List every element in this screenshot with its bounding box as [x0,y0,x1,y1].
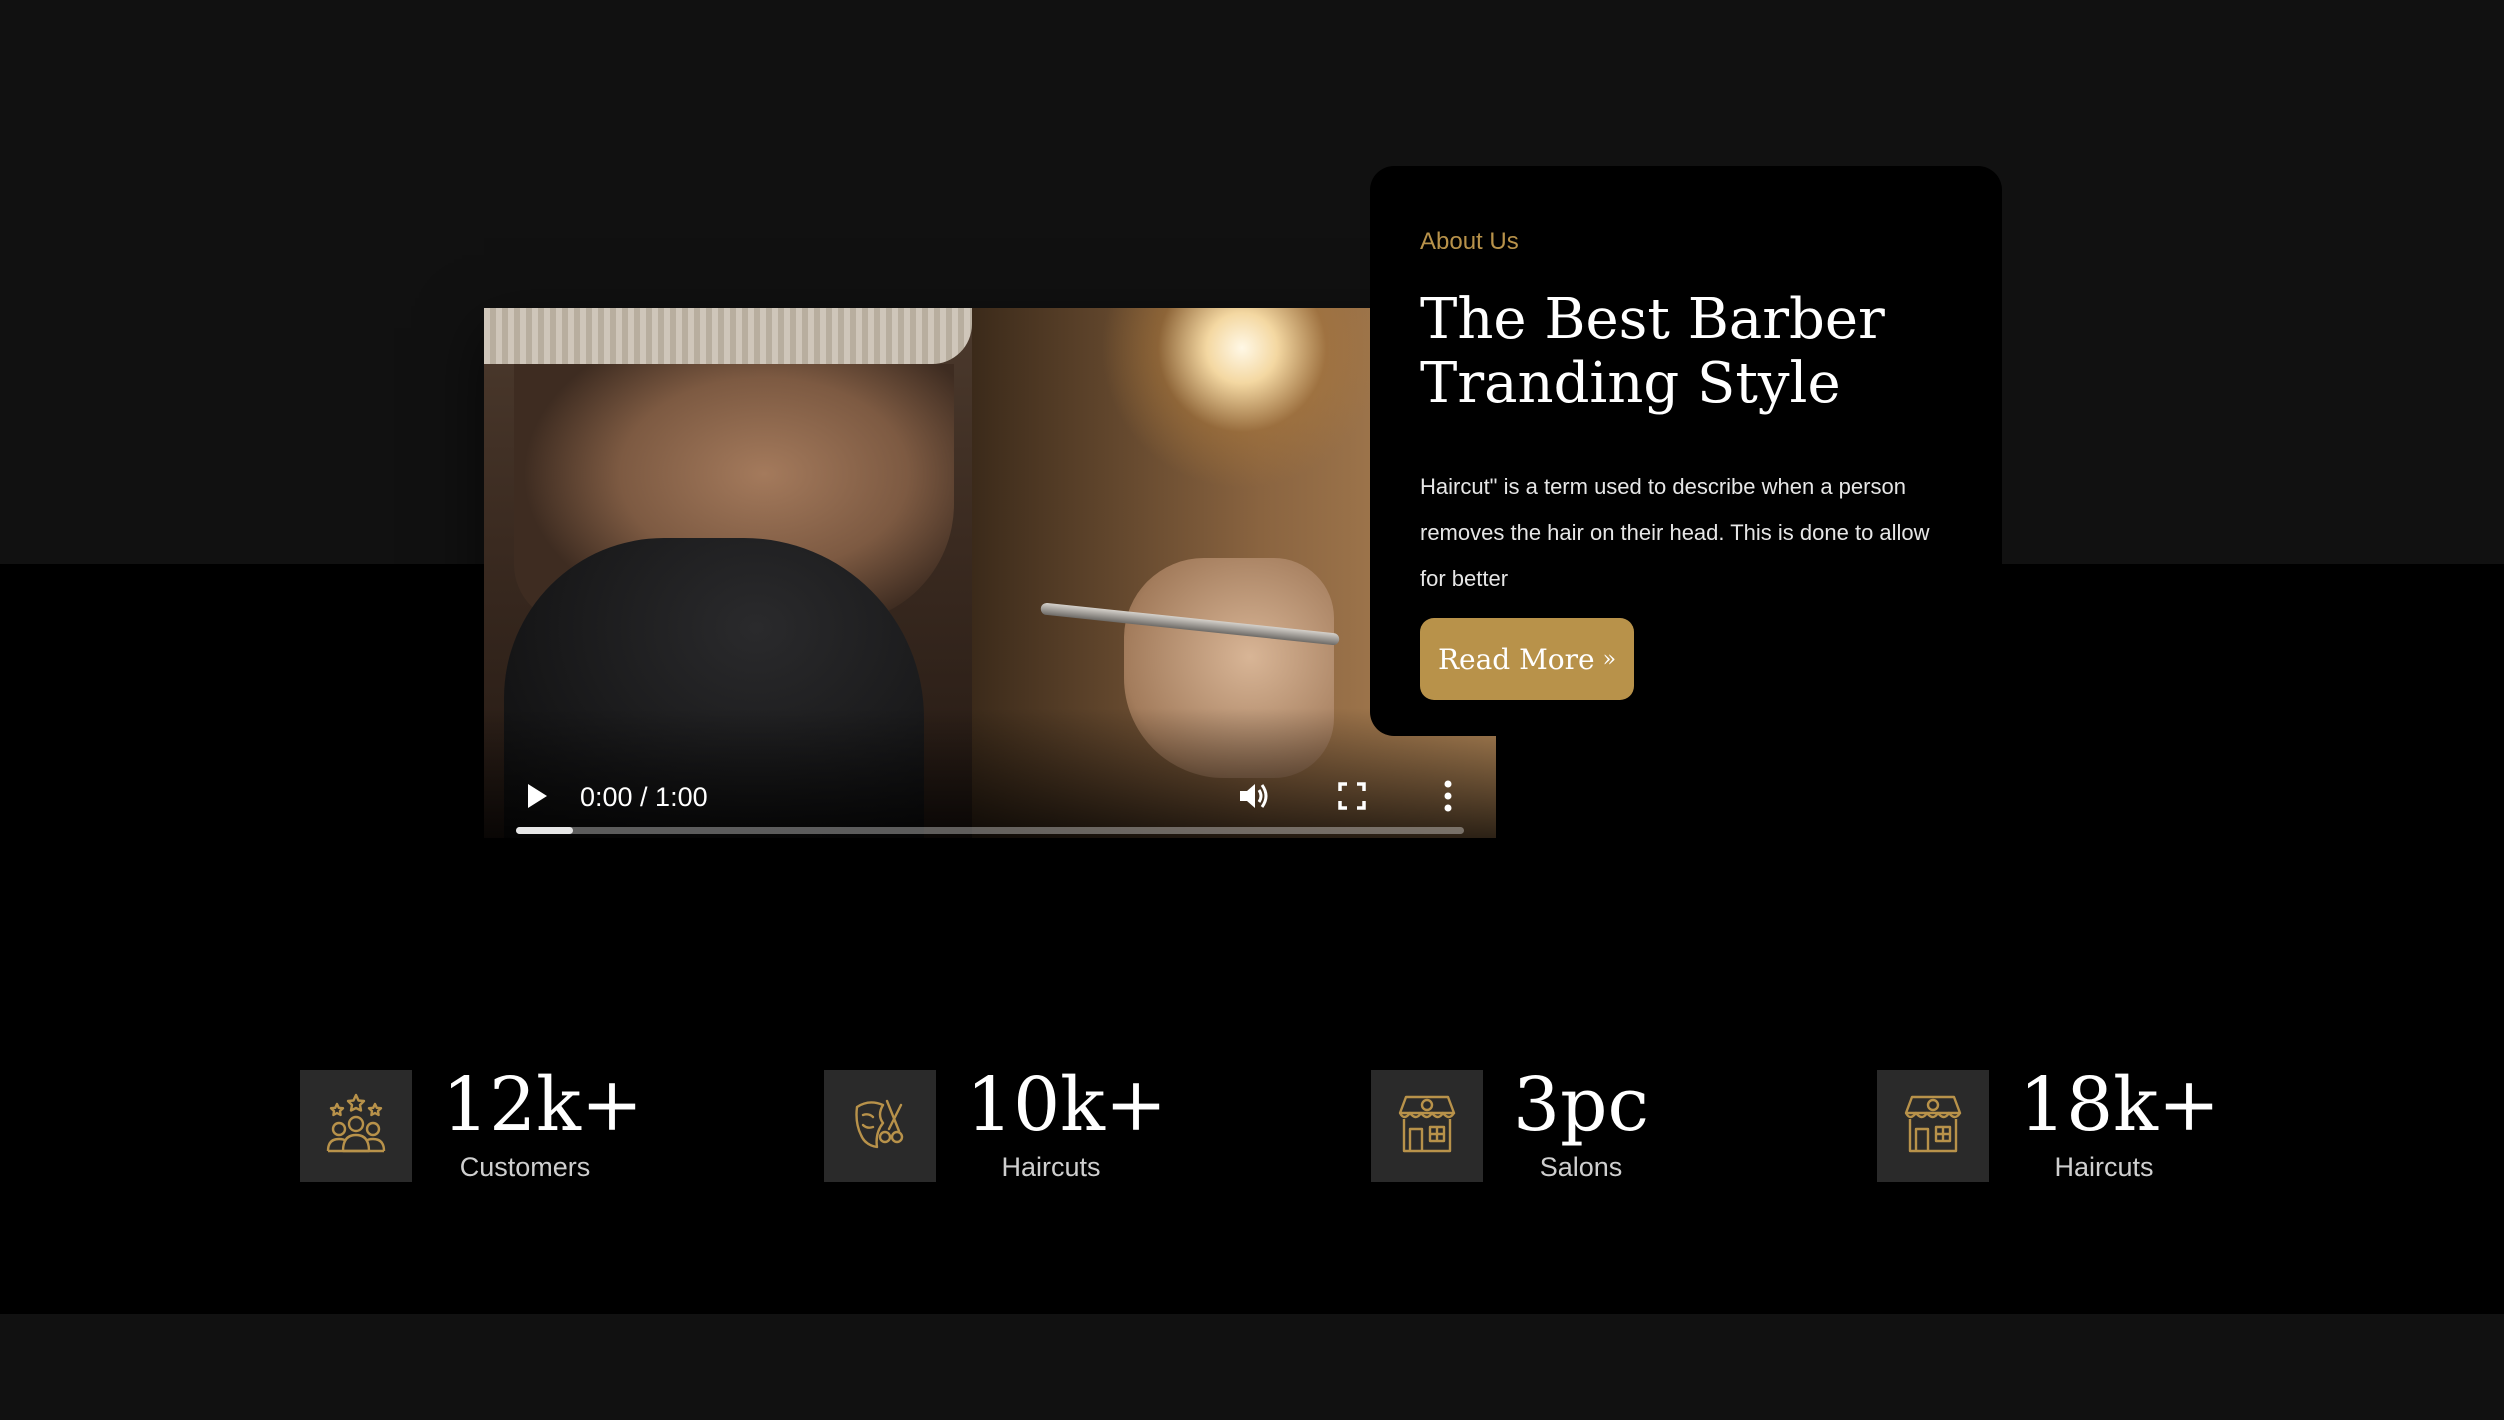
stat-icon-box [824,1070,936,1182]
double-chevron-right-icon: » [1602,646,1617,672]
stat-value: 3pc [1513,1062,1649,1148]
play-icon[interactable] [520,780,552,812]
customers-icon [323,1091,389,1162]
about-title: The Best Barber Tranding Style [1420,288,1980,416]
haircut-icon [847,1091,913,1162]
video-controls: 0:00 / 1:00 [484,758,1496,838]
about-text: Haircut" is a term used to describe when… [1420,474,1930,591]
volume-icon[interactable] [1236,778,1272,814]
video-beanie [484,308,972,364]
fullscreen-icon[interactable] [1336,780,1368,812]
video-player[interactable]: 0:00 / 1:00 [484,308,1496,838]
about-card: About Us The Best Barber Tranding Style … [1370,166,2002,736]
more-options-icon[interactable] [1432,778,1464,814]
bottom-band [0,1314,2504,1420]
stat-value: 18k+ [2019,1062,2221,1148]
salon-icon [1394,1091,1460,1162]
stat-label: Haircuts [1001,1152,1101,1182]
video-progress-fill [516,827,573,834]
video-time: 0:00 / 1:00 [580,782,708,812]
about-kicker: About Us [1420,228,1519,255]
stat-label: Salons [1539,1152,1623,1182]
read-more-label: Read More [1437,642,1595,676]
video-progress-bar[interactable] [516,827,1464,834]
salon-icon [1900,1091,1966,1162]
about-title-line1: The Best Barber [1420,287,1885,352]
stat-value: 12k+ [442,1062,644,1148]
read-more-button[interactable]: Read More » [1420,618,1634,700]
stat-label: Customers [459,1152,591,1182]
stat-value: 10k+ [966,1062,1168,1148]
about-title-line2: Tranding Style [1420,351,1841,416]
stat-icon-box [1877,1070,1989,1182]
stat-label: Haircuts [2054,1152,2154,1182]
